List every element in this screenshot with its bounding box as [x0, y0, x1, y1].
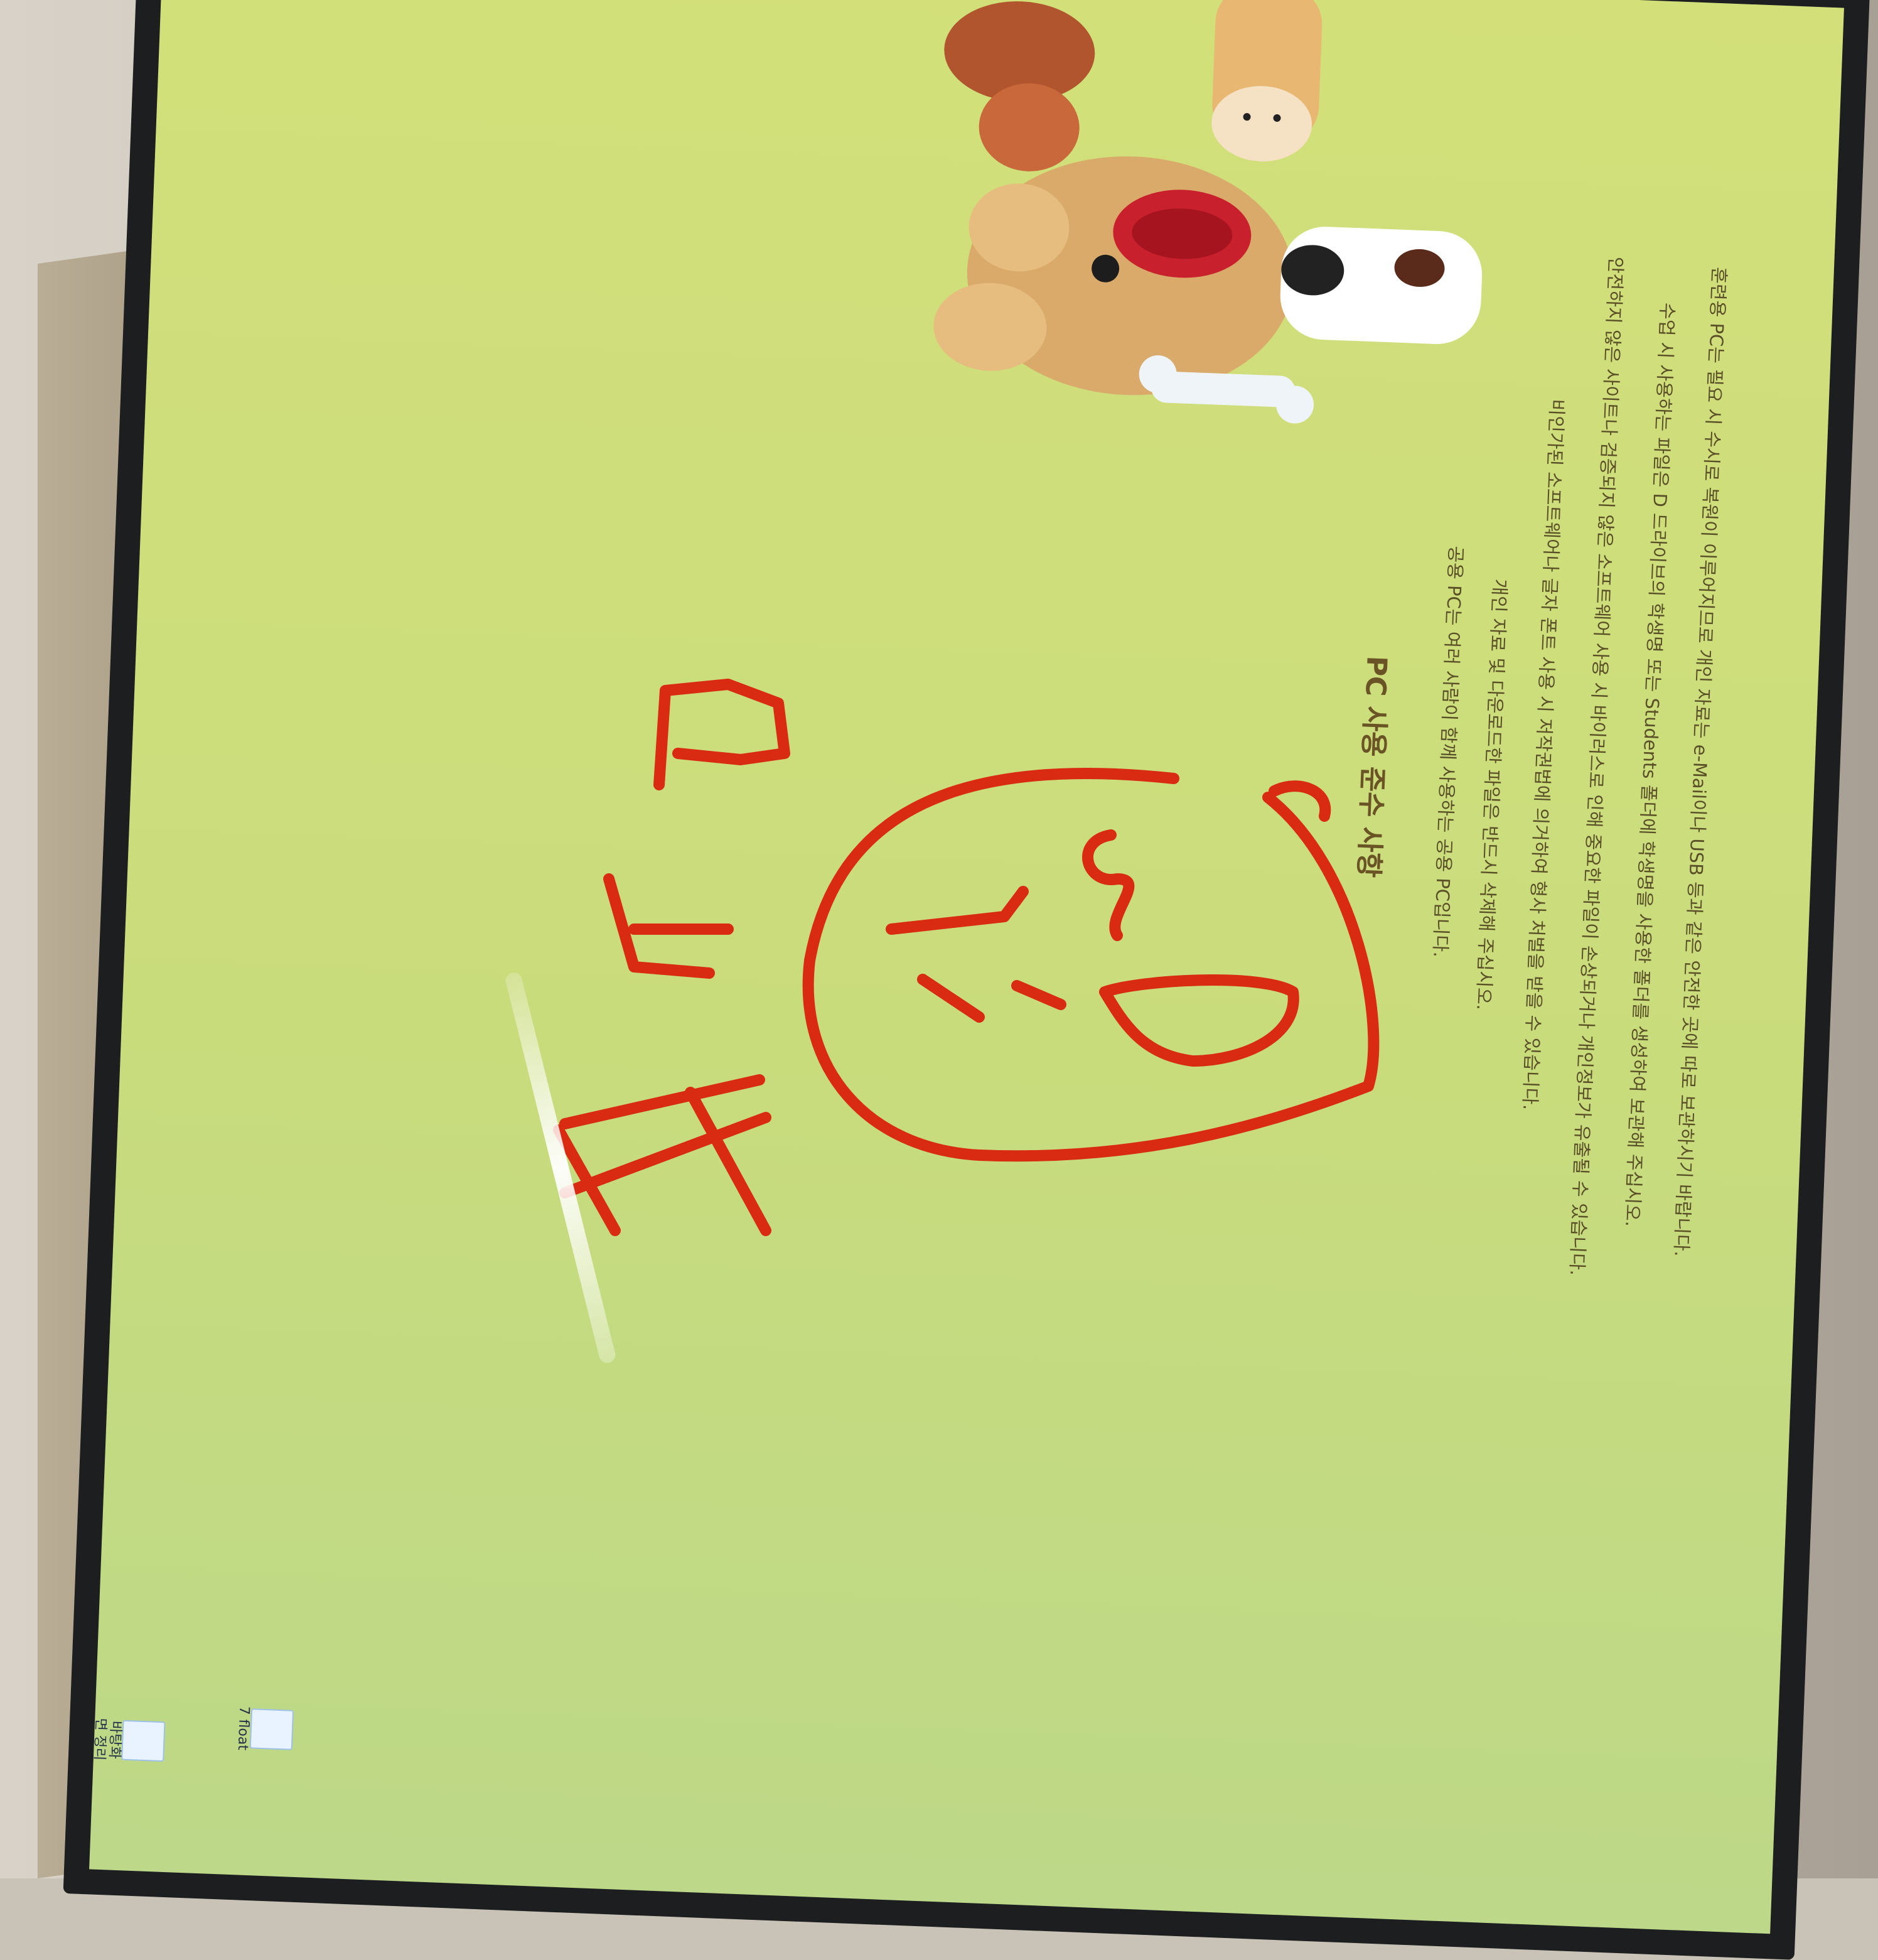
panda-dog: [1280, 227, 1483, 345]
folder-icon: [121, 1720, 166, 1762]
desktop-icon-1[interactable]: 바탕화면 정리 최종본...: [89, 1713, 166, 1767]
desktop-icon-2-label: 7 float: [234, 1706, 252, 1751]
brown-puppy: [944, 1, 1095, 171]
notice-line-1: 공용 PC는 여러 사람이 함께 사용하는 공용 PC입니다.: [1429, 545, 1467, 958]
notice-line-3: 비인가된 소프트웨어나 글자 폰트 사용 시 저작권법에 의거하여 형사 처벌을…: [1519, 398, 1568, 1111]
desktop-screen: PC 사용 준수 사항 공용 PC는 여러 사람이 함께 사용하는 공용 PC입…: [89, 0, 1844, 1934]
notice-line-2: 개인 자료 및 다운로드한 파일은 반드시 삭제해 주십시오.: [1473, 578, 1511, 1011]
pets-illustration: [933, 0, 1483, 424]
notice-line-4: 안전하지 않은 사이트나 검증되지 않은 소프트웨어 사용 시 바이러스로 인해…: [1566, 256, 1627, 1276]
desktop-icon-1-label: 바탕화면 정리 최종본...: [89, 1717, 124, 1761]
shiba-dog: [1211, 0, 1323, 162]
desktop-icon-2[interactable]: 7 float: [234, 1703, 294, 1755]
monitor-bezel: PC 사용 준수 사항 공용 PC는 여러 사람이 함께 사용하는 공용 PC입…: [63, 0, 1870, 1960]
notice-title: PC 사용 준수 사항: [1352, 655, 1393, 878]
folder-icon: [249, 1708, 294, 1750]
desktop-wallpaper: PC 사용 준수 사항 공용 PC는 여러 사람이 함께 사용하는 공용 PC입…: [89, 0, 1844, 1934]
bear-plush: [933, 156, 1294, 396]
notice-line-5: 수업 시 사용하는 파일은 D 드라이브의 학생명 또는 Students 폴더…: [1621, 302, 1678, 1227]
notice-line-6: 훈련용 PC는 필요 시 수시로 복원이 이루어지므로 개인 자료는 e-Mai…: [1670, 266, 1730, 1257]
